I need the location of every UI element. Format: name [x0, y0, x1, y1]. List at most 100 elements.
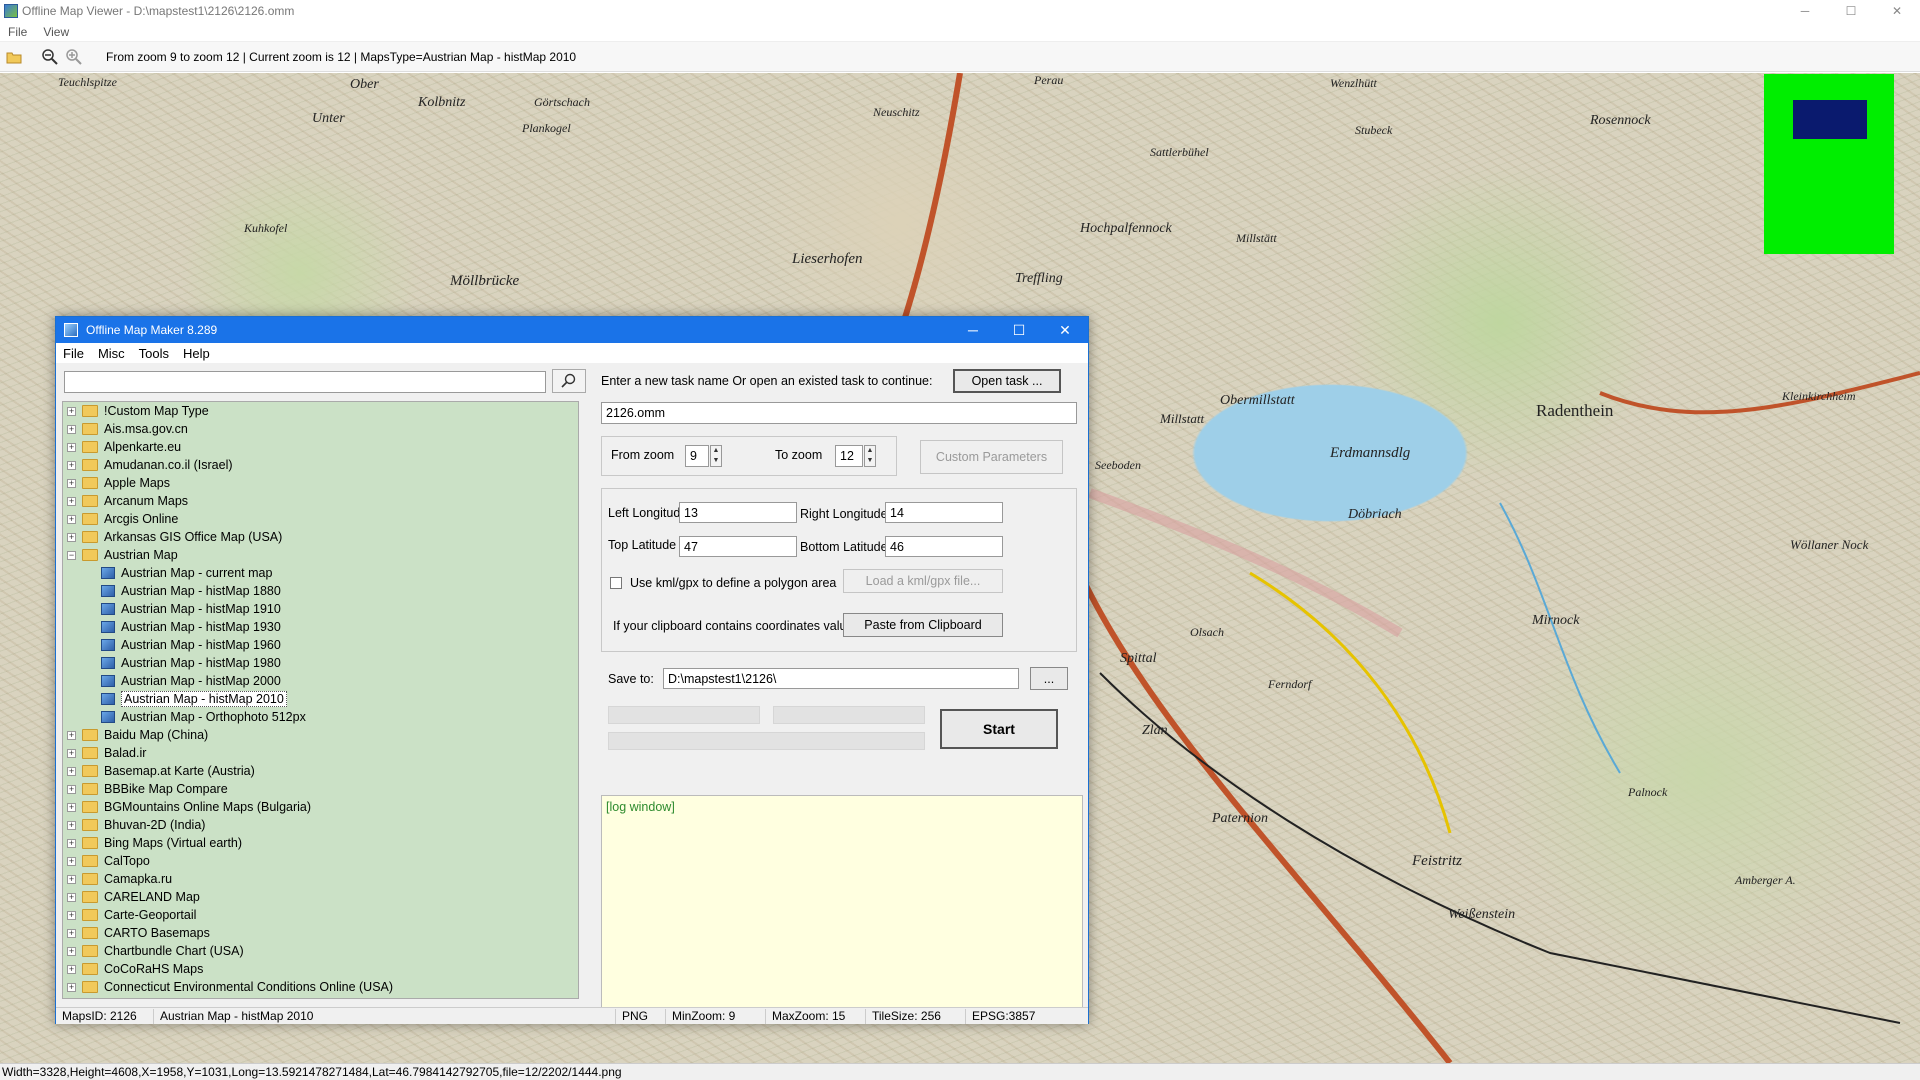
load-kml-button[interactable]: Load a kml/gpx file... [843, 569, 1003, 593]
minimap-viewport[interactable] [1793, 100, 1867, 139]
expand-icon[interactable]: + [67, 802, 76, 812]
collapse-icon[interactable]: − [67, 550, 76, 560]
from-zoom-input[interactable]: 9 [685, 445, 709, 467]
map-label: Amberger A. [1735, 873, 1796, 887]
top-latitude-input[interactable]: 47 [679, 536, 797, 557]
tree-folder-item[interactable]: + !Custom Map Type [63, 402, 578, 420]
tree-leaf-item[interactable]: Austrian Map - histMap 1880 [63, 582, 578, 600]
bottom-latitude-input[interactable]: 46 [885, 536, 1003, 557]
tree-leaf-item[interactable]: Austrian Map - current map [63, 564, 578, 582]
tree-folder-item[interactable]: + CalTopo [63, 852, 578, 870]
to-zoom-input[interactable]: 12 [835, 445, 863, 467]
dialog-close-button[interactable]: ✕ [1042, 317, 1088, 343]
tree-folder-item[interactable]: + Arkansas GIS Office Map (USA) [63, 528, 578, 546]
task-name-input[interactable]: 2126.omm [601, 402, 1077, 424]
tree-leaf-item[interactable]: Austrian Map - histMap 2010 [63, 690, 578, 708]
tree-folder-item[interactable]: + Arcanum Maps [63, 492, 578, 510]
expand-icon[interactable]: + [67, 838, 76, 848]
menu-view[interactable]: View [35, 25, 77, 39]
expand-icon[interactable]: + [67, 532, 76, 542]
browse-button[interactable]: ... [1030, 667, 1068, 690]
search-button[interactable] [552, 369, 586, 393]
tree-item-label: Alpenkarte.eu [104, 440, 182, 454]
expand-icon[interactable]: + [67, 856, 76, 866]
dialog-menu-misc[interactable]: Misc [91, 346, 132, 361]
expand-icon[interactable]: + [67, 784, 76, 794]
expand-icon[interactable]: + [67, 910, 76, 920]
tree-folder-item[interactable]: + Balad.ir [63, 744, 578, 762]
open-folder-icon[interactable] [4, 47, 24, 67]
expand-icon[interactable]: + [67, 442, 76, 452]
tree-leaf-item[interactable]: Austrian Map - histMap 1980 [63, 654, 578, 672]
start-button[interactable]: Start [940, 709, 1058, 749]
expand-icon[interactable]: + [67, 766, 76, 776]
zoom-out-icon[interactable] [40, 47, 60, 67]
tree-folder-item[interactable]: + Baidu Map (China) [63, 726, 578, 744]
expand-icon[interactable]: + [67, 982, 76, 992]
tree-folder-item[interactable]: + Camapka.ru [63, 870, 578, 888]
expand-icon[interactable]: + [67, 820, 76, 830]
tree-folder-item[interactable]: + CoCoRaHS Maps [63, 960, 578, 978]
expand-icon[interactable]: + [67, 406, 76, 416]
dialog-menu-help[interactable]: Help [176, 346, 217, 361]
open-task-button[interactable]: Open task ... [953, 369, 1061, 393]
tree-folder-item[interactable]: + Arcgis Online [63, 510, 578, 528]
expand-icon[interactable]: + [67, 874, 76, 884]
tree-leaf-item[interactable]: Austrian Map - Orthophoto 512px [63, 708, 578, 726]
use-kml-checkbox[interactable] [610, 577, 622, 589]
custom-parameters-button[interactable]: Custom Parameters [920, 440, 1063, 474]
tree-folder-item[interactable]: + CARELAND Map [63, 888, 578, 906]
expand-icon[interactable]: + [67, 460, 76, 470]
tree-folder-item[interactable]: + Carte-Geoportail [63, 906, 578, 924]
minimize-button[interactable]: ─ [1782, 0, 1828, 22]
tree-folder-item[interactable]: + Connecticut Environmental Conditions On… [63, 978, 578, 996]
expand-icon[interactable]: + [67, 496, 76, 506]
dialog-menu-file[interactable]: File [56, 346, 91, 361]
dialog-menu-tools[interactable]: Tools [132, 346, 176, 361]
expand-icon[interactable]: + [67, 946, 76, 956]
tree-folder-item[interactable]: + BGMountains Online Maps (Bulgaria) [63, 798, 578, 816]
minimap[interactable] [1764, 74, 1894, 254]
expand-icon[interactable]: + [67, 478, 76, 488]
tree-folder-item[interactable]: − Austrian Map [63, 546, 578, 564]
tree-leaf-item[interactable]: Austrian Map - histMap 1930 [63, 618, 578, 636]
expand-icon[interactable]: + [67, 748, 76, 758]
tree-leaf-item[interactable]: Austrian Map - histMap 1960 [63, 636, 578, 654]
tree-folder-item[interactable]: + Chartbundle Chart (USA) [63, 942, 578, 960]
tree-folder-item[interactable]: + Ais.msa.gov.cn [63, 420, 578, 438]
tree-scrollbar[interactable] [584, 401, 590, 1001]
expand-icon[interactable]: + [67, 964, 76, 974]
paste-from-clipboard-button[interactable]: Paste from Clipboard [843, 613, 1003, 637]
tree-leaf-item[interactable]: Austrian Map - histMap 1910 [63, 600, 578, 618]
close-button[interactable]: ✕ [1874, 0, 1920, 22]
dialog-minimize-button[interactable]: ─ [950, 317, 996, 343]
tree-folder-item[interactable]: + BBBike Map Compare [63, 780, 578, 798]
map-icon [101, 621, 115, 633]
tree-folder-item[interactable]: + Bhuvan-2D (India) [63, 816, 578, 834]
to-zoom-stepper[interactable]: ▲ ▼ [864, 445, 876, 467]
expand-icon[interactable]: + [67, 424, 76, 434]
left-longitude-input[interactable]: 13 [679, 502, 797, 523]
zoom-in-icon[interactable] [64, 47, 84, 67]
tree-leaf-item[interactable]: Austrian Map - histMap 2000 [63, 672, 578, 690]
map-type-tree[interactable]: + !Custom Map Type + Ais.msa.gov.cn + Alpenka… [62, 401, 579, 999]
tree-folder-item[interactable]: + Basemap.at Karte (Austria) [63, 762, 578, 780]
tree-folder-item[interactable]: + Apple Maps [63, 474, 578, 492]
right-longitude-input[interactable]: 14 [885, 502, 1003, 523]
tree-folder-item[interactable]: + Alpenkarte.eu [63, 438, 578, 456]
dialog-maximize-button[interactable]: ☐ [996, 317, 1042, 343]
map-type-search-input[interactable] [64, 371, 546, 393]
tree-folder-item[interactable]: + Bing Maps (Virtual earth) [63, 834, 578, 852]
expand-icon[interactable]: + [67, 892, 76, 902]
menu-file[interactable]: File [0, 25, 35, 39]
save-path-input[interactable]: D:\mapstest1\2126\ [663, 668, 1019, 689]
tree-folder-item[interactable]: + Amudanan.co.il (Israel) [63, 456, 578, 474]
log-window[interactable]: [log window] [601, 795, 1083, 1017]
tree-item-label: CARELAND Map [104, 890, 200, 904]
expand-icon[interactable]: + [67, 730, 76, 740]
expand-icon[interactable]: + [67, 514, 76, 524]
expand-icon[interactable]: + [67, 928, 76, 938]
maximize-button[interactable]: ☐ [1828, 0, 1874, 22]
from-zoom-stepper[interactable]: ▲ ▼ [710, 445, 722, 467]
tree-folder-item[interactable]: + CARTO Basemaps [63, 924, 578, 942]
